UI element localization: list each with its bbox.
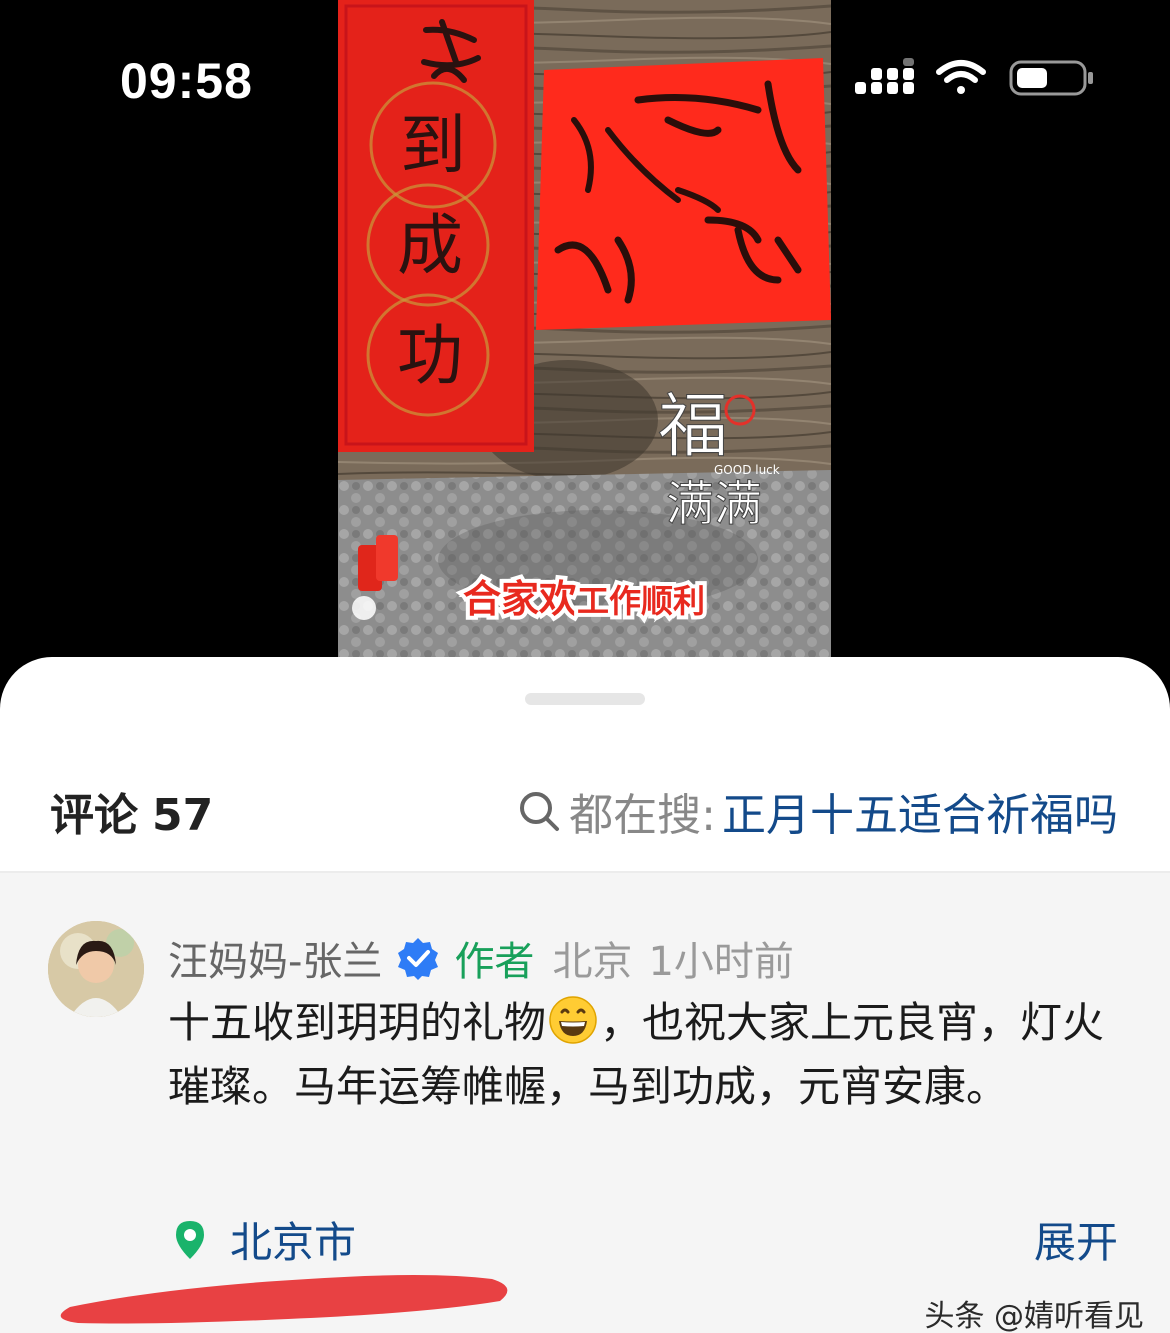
comment-text: 十五收到玥玥的礼物 ，也祝大家上元良宵，灯火璀璨。马年运筹帷幄，马到功成，元宵安… <box>168 991 1108 1119</box>
video-caption: 合家欢工作顺利 <box>463 577 705 621</box>
location-pin-icon <box>176 1220 204 1259</box>
fu-sticker-char: 福 <box>658 385 728 467</box>
caption-part-1: 合家欢 <box>463 577 577 621</box>
trending-query-link[interactable]: 正月十五适合祈福吗 <box>722 779 1118 843</box>
comment-count: 评论 57 <box>50 779 213 843</box>
watermark: 头条 @婧听看见 <box>924 1299 1144 1333</box>
comment-location-meta: 北京 <box>552 939 633 985</box>
status-time: 09:58 <box>120 53 253 109</box>
couplet-char-2: 成 <box>397 207 463 284</box>
fu-sticker-small: GOOD luck <box>714 463 780 477</box>
comments-number: 57 <box>152 790 214 841</box>
comment-time: 1小时前 <box>648 939 794 985</box>
video-player[interactable]: 到 成 功 福 GOOD luck 满满 合家欢工作顺利 <box>338 0 831 660</box>
couplet-char-3: 功 <box>397 317 463 394</box>
verified-icon <box>398 938 439 980</box>
caption-part-2: 工作顺利 <box>577 582 705 620</box>
battery-icon <box>1009 60 1093 96</box>
sheet-grabber[interactable] <box>525 693 645 705</box>
comment-meta: 北京 1小时前 <box>552 929 793 987</box>
grinning-emoji-icon <box>549 996 597 1044</box>
red-scribble-overlay <box>60 1275 508 1324</box>
search-icon <box>520 792 560 831</box>
avatar[interactable] <box>48 921 144 1017</box>
comment-list: 汪妈妈-张兰 作者 北京 1小时前 十五收到玥玥的礼物 ，也祝大家上元良宵，灯火璀… <box>0 873 1170 1333</box>
comments-title: 评论 <box>50 790 138 841</box>
trending-search[interactable]: 都在搜: 正月十五适合祈福吗 <box>517 779 1118 843</box>
wifi-icon <box>936 60 986 94</box>
author-tag: 作者 <box>454 939 535 985</box>
fu-sticker-text: 满满 <box>666 476 762 532</box>
comment-text-part-1: 十五收到玥玥的礼物 <box>168 998 547 1047</box>
couplet-char-1: 到 <box>400 107 466 184</box>
signal-icon <box>855 58 914 94</box>
comments-sheet: 评论 57 都在搜: 正月十五适合祈福吗 汪妈妈-张兰 作者 北京 1小时前 十… <box>0 657 1170 1333</box>
expand-button[interactable]: 展开 <box>1034 1209 1118 1270</box>
comment-header: 汪妈妈-张兰 作者 北京 1小时前 <box>168 929 794 987</box>
status-icons <box>855 58 1095 98</box>
sheet-header: 评论 57 都在搜: 正月十五适合祈福吗 <box>0 757 1170 857</box>
comment-username[interactable]: 汪妈妈-张兰 <box>168 929 382 987</box>
trending-label: 都在搜: <box>569 790 716 841</box>
